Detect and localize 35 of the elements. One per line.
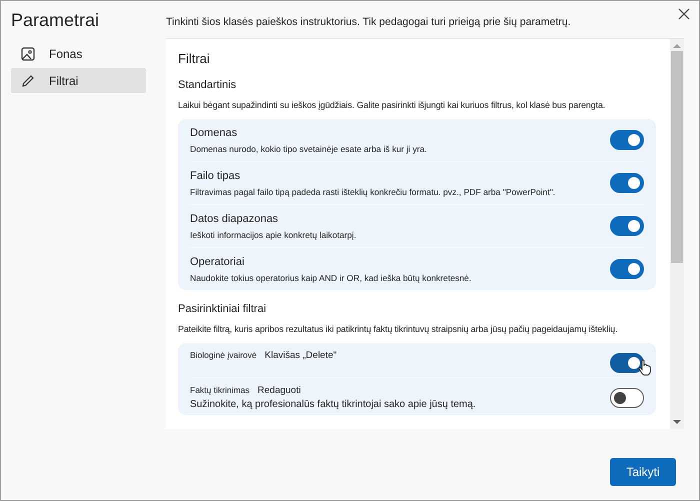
section-heading: Pasirinktiniai filtrai bbox=[178, 302, 268, 316]
scroll-down-icon[interactable] bbox=[673, 419, 681, 425]
section-heading: Standartinis bbox=[178, 78, 238, 92]
close-icon[interactable] bbox=[676, 6, 692, 22]
sidebar-title: Parametrai bbox=[11, 10, 100, 31]
toggle-switch[interactable] bbox=[610, 259, 644, 279]
filter-description: Ieškoti informacijos apie konkretų laikotarpį. bbox=[190, 229, 358, 241]
section-description: Pateikite filtrą, kuris apribos rezultatus iki patikrintų faktų tikrintuvų straipsnių arba jūsų pačių pageidaujamų išteklių. bbox=[178, 323, 618, 335]
filter-name: Domenas bbox=[190, 126, 238, 140]
filter-description: Naudokite tokius operatorius kaip AND ir OR, kad ieška būtų konkretesnė. bbox=[190, 272, 472, 284]
filter-name: Operatoriai bbox=[190, 255, 244, 269]
filter-name: Biologinė įvairovė bbox=[190, 349, 257, 361]
sidebar-item[interactable]: Filtrai bbox=[11, 68, 146, 93]
header-text: Tinkinti šios klasės paieškos instruktorius. Tik pedagogai turi prieigą prie šių parametrų. bbox=[166, 16, 572, 30]
filter-description: Sužinokite, ką profesionalūs faktų tikrintojai sako apie jūsų temą. bbox=[190, 398, 477, 411]
filter-name: Datos diapazonas bbox=[190, 212, 278, 226]
scrollbar[interactable] bbox=[670, 39, 684, 429]
filter-description: Filtravimas pagal failo tipą padeda rasti išteklių konkrečiu formatu. pvz., PDF arba "PowerPoint". bbox=[190, 186, 556, 198]
toggle-switch[interactable] bbox=[610, 388, 644, 408]
toggle-switch[interactable] bbox=[610, 353, 644, 373]
panel-title: Filtrai bbox=[178, 51, 211, 67]
toggle-switch[interactable] bbox=[610, 216, 644, 236]
pencil-icon bbox=[21, 74, 35, 88]
filter-description: Domenas nurodo, kokio tipo svetainėje esate arba iš kur ji yra. bbox=[190, 143, 428, 155]
filter-name: Failo tipas bbox=[190, 169, 240, 183]
filter-name: Faktų tikrinimas bbox=[190, 384, 250, 396]
apply-button[interactable]: Taikyti bbox=[610, 458, 676, 486]
sidebar-item[interactable]: Fonas bbox=[11, 41, 146, 66]
section-description: Laikui bėgant supažindinti su ieškos įgūdžiais. Galite pasirinkti išjungti kai kuriuos filtrus, kol klasė bus parengta. bbox=[178, 99, 606, 111]
hand-cursor-icon bbox=[638, 359, 652, 376]
toggle-switch[interactable] bbox=[610, 130, 644, 150]
toggle-switch[interactable] bbox=[610, 173, 644, 193]
filter-note: Redaguoti bbox=[258, 384, 301, 397]
filter-note: Klavišas „Delete" bbox=[264, 349, 337, 362]
image-icon bbox=[21, 46, 35, 60]
